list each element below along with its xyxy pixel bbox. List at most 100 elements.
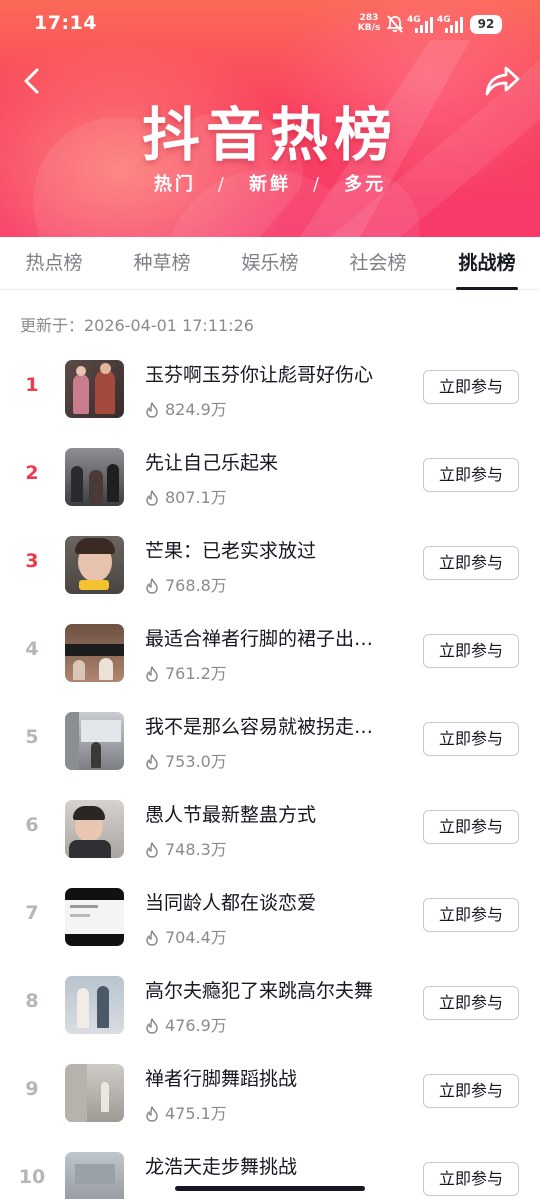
join-button[interactable]: 立即参与 — [423, 1162, 519, 1196]
challenge-title: 芒果：已老实求放过 — [145, 540, 317, 562]
network-speed-value: 283 — [359, 13, 379, 23]
join-button[interactable]: 立即参与 — [423, 634, 519, 668]
heat-text: 761.2万 — [165, 664, 227, 683]
network-2-label: 4G — [437, 15, 451, 25]
list-item[interactable]: 5 我不是那么容易就被拐走… 753.0万 立即参与 — [0, 696, 540, 784]
mute-bell-icon — [386, 15, 404, 33]
signal-4g-icon: 4G — [407, 15, 433, 33]
challenge-title: 先让自己乐起来 — [145, 452, 279, 474]
thumbnail — [65, 976, 124, 1034]
list-item[interactable]: 9 禅者行脚舞蹈挑战 475.1万 立即参与 — [0, 1048, 540, 1136]
heat-text: 748.3万 — [165, 840, 227, 859]
flame-icon — [146, 666, 158, 682]
heat-value: 768.8万 — [145, 572, 227, 596]
tab-entertainment[interactable]: 娱乐榜 — [240, 237, 300, 290]
updated-time: 更新于：2026-04-01 17:11:26 — [20, 316, 254, 335]
join-button[interactable]: 立即参与 — [423, 898, 519, 932]
list-item[interactable]: 2 先让自己乐起来 807.1万 立即参与 — [0, 432, 540, 520]
subtitle-separator: / — [217, 174, 227, 195]
rank-number: 4 — [25, 638, 39, 660]
heat-value: 753.0万 — [145, 748, 227, 772]
challenge-title: 最适合禅者行脚的裙子出… — [145, 628, 374, 650]
rank-number: 8 — [25, 990, 39, 1012]
challenge-title: 高尔夫瘾犯了来跳高尔夫舞 — [145, 980, 374, 1002]
header-banner: 17:14 283 KB/s 4G 4G 92 抖音热榜 热门 / 新鲜 / 多… — [0, 0, 540, 237]
status-bar: 17:14 283 KB/s 4G 4G 92 — [0, 0, 540, 48]
challenge-title: 玉芬啊玉芬你让彪哥好伤心 — [145, 364, 374, 386]
rank-number: 1 — [25, 374, 39, 396]
list-item[interactable]: 3 芒果：已老实求放过 768.8万 立即参与 — [0, 520, 540, 608]
battery-indicator: 92 — [470, 15, 502, 34]
thumbnail — [65, 1064, 124, 1122]
status-time: 17:14 — [34, 12, 97, 34]
rank-number: 9 — [25, 1078, 39, 1100]
thumbnail — [65, 800, 124, 858]
challenge-title: 我不是那么容易就被拐走… — [145, 716, 374, 738]
heat-value: 475.1万 — [145, 1100, 227, 1124]
signal-4g-icon: 4G — [437, 15, 463, 33]
tab-society[interactable]: 社会榜 — [348, 237, 408, 290]
heat-text: 824.9万 — [165, 400, 227, 419]
join-button[interactable]: 立即参与 — [423, 810, 519, 844]
heat-text: 475.1万 — [165, 1104, 227, 1123]
challenge-title: 龙浩天走步舞挑战 — [145, 1156, 298, 1178]
thumbnail — [65, 536, 124, 594]
join-button[interactable]: 立即参与 — [423, 458, 519, 492]
flame-icon — [146, 754, 158, 770]
join-button[interactable]: 立即参与 — [423, 546, 519, 580]
heat-value: 761.2万 — [145, 660, 227, 684]
thumbnail — [65, 1152, 124, 1199]
thumbnail — [65, 624, 124, 682]
join-button[interactable]: 立即参与 — [423, 722, 519, 756]
challenge-title: 当同龄人都在谈恋爱 — [145, 892, 317, 914]
join-button[interactable]: 立即参与 — [423, 986, 519, 1020]
ranking-tabs: 热点榜 种草榜 娱乐榜 社会榜 挑战榜 — [0, 237, 540, 290]
rank-number: 6 — [25, 814, 39, 836]
flame-icon — [146, 490, 158, 506]
flame-icon — [146, 842, 158, 858]
thumbnail — [65, 888, 124, 946]
flame-icon — [146, 930, 158, 946]
list-item[interactable]: 4 最适合禅者行脚的裙子出… 761.2万 立即参与 — [0, 608, 540, 696]
thumbnail — [65, 360, 124, 418]
tab-challenge[interactable]: 挑战榜 — [456, 237, 518, 290]
heat-text: 753.0万 — [165, 752, 227, 771]
flame-icon — [146, 578, 158, 594]
list-item[interactable]: 7 当同龄人都在谈恋爱 704.4万 立即参与 — [0, 872, 540, 960]
heat-text: 768.8万 — [165, 576, 227, 595]
thumbnail — [65, 448, 124, 506]
rank-number: 3 — [25, 550, 39, 572]
heat-text: 476.9万 — [165, 1016, 227, 1035]
subtitle-item: 新鲜 — [249, 174, 291, 195]
list-item[interactable]: 6 愚人节最新整蛊方式 748.3万 立即参与 — [0, 784, 540, 872]
flame-icon — [146, 402, 158, 418]
tab-recommend[interactable]: 种草榜 — [132, 237, 192, 290]
home-indicator[interactable] — [175, 1186, 365, 1191]
heat-text: 704.4万 — [165, 928, 227, 947]
list-item[interactable]: 1 玉芬啊玉芬你让彪哥好伤心 824.9万 立即参与 — [0, 344, 540, 432]
flame-icon — [146, 1106, 158, 1122]
network-speed-unit: KB/s — [357, 23, 381, 33]
network-speed: 283 KB/s — [356, 13, 382, 33]
heat-value: 476.9万 — [145, 1012, 227, 1036]
rank-number: 10 — [18, 1166, 46, 1188]
heat-value: 824.9万 — [145, 396, 227, 420]
rank-number: 5 — [25, 726, 39, 748]
page-title: 抖音热榜 — [141, 101, 398, 169]
subtitle-item: 多元 — [344, 174, 387, 195]
thumbnail — [65, 712, 124, 770]
heat-text: 807.1万 — [165, 488, 227, 507]
heat-value: 748.3万 — [145, 836, 227, 860]
rank-number: 2 — [25, 462, 39, 484]
subtitle-item: 热门 — [153, 174, 196, 195]
join-button[interactable]: 立即参与 — [423, 370, 519, 404]
challenge-title: 禅者行脚舞蹈挑战 — [145, 1068, 298, 1090]
join-button[interactable]: 立即参与 — [423, 1074, 519, 1108]
heat-value: 807.1万 — [145, 484, 227, 508]
list-item[interactable]: 8 高尔夫瘾犯了来跳高尔夫舞 476.9万 立即参与 — [0, 960, 540, 1048]
banner-subtitle: 热门 / 新鲜 / 多元 — [0, 170, 540, 196]
flame-icon — [146, 1018, 158, 1034]
network-1-label: 4G — [407, 15, 421, 25]
heat-value: 704.4万 — [145, 924, 227, 948]
tab-hot[interactable]: 热点榜 — [24, 237, 84, 290]
